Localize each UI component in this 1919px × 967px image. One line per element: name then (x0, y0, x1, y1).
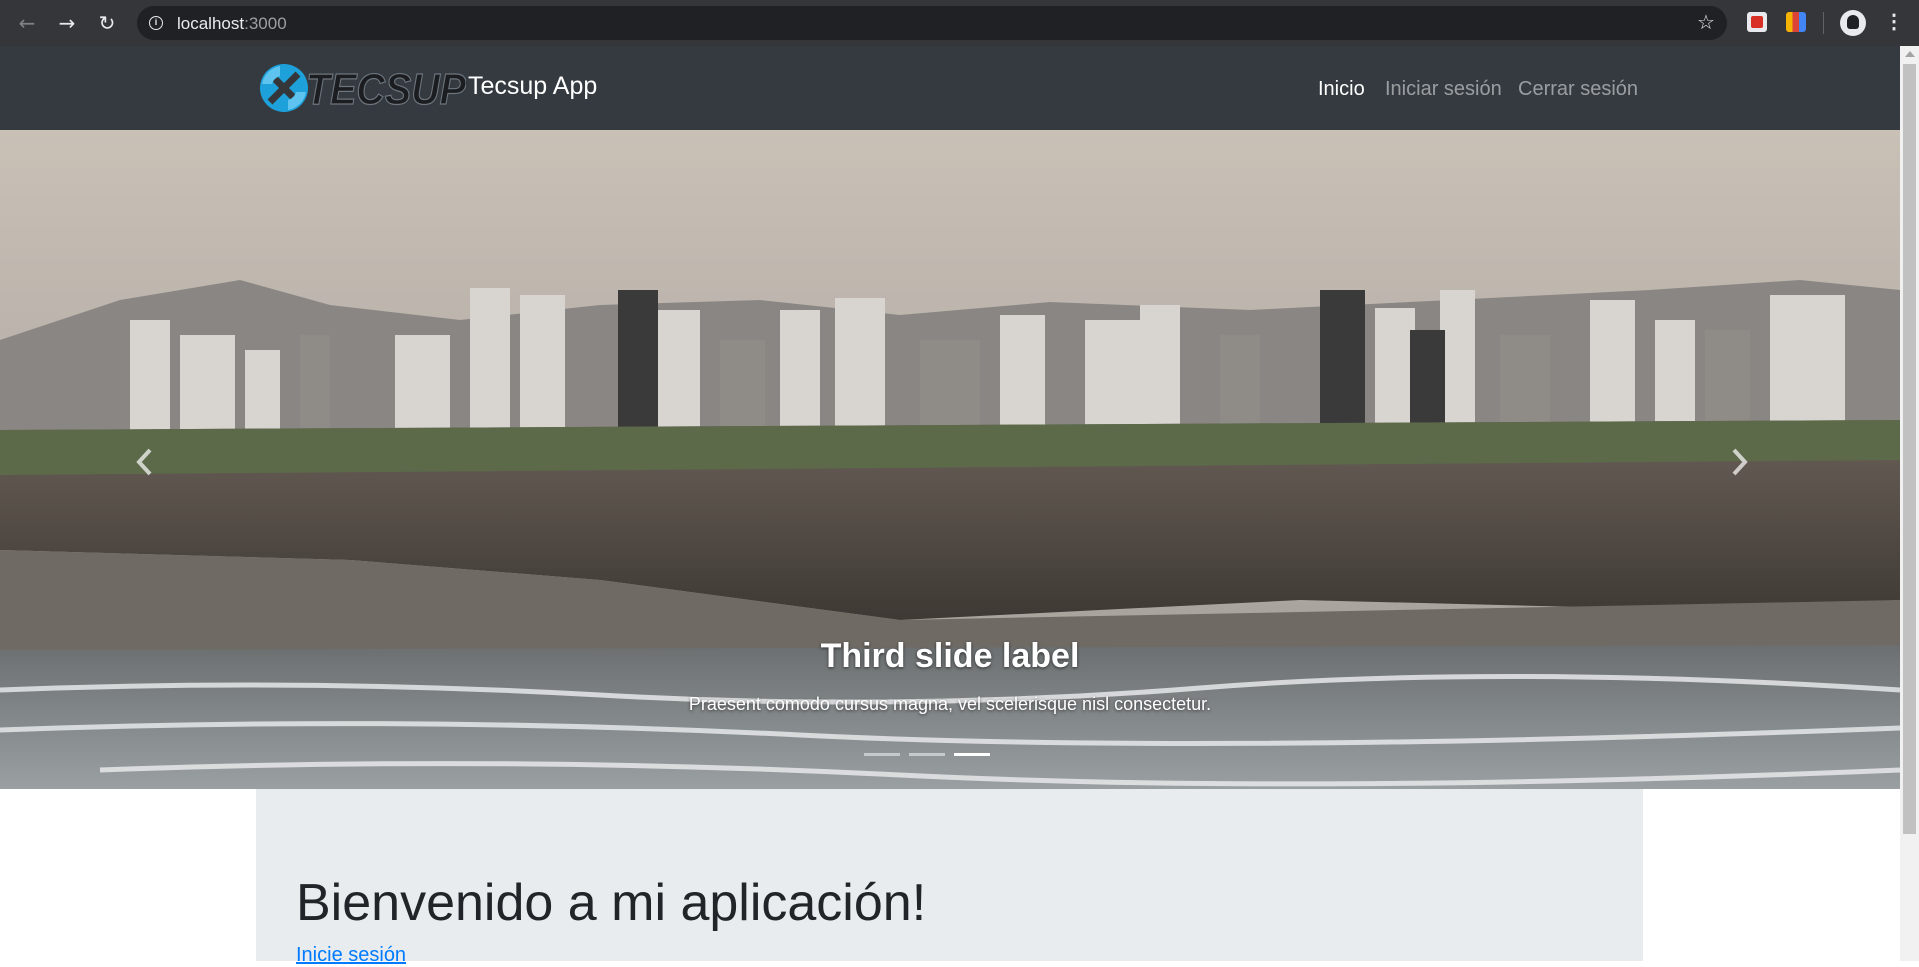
nav-link-inicio[interactable]: Inicio (1318, 78, 1365, 101)
toolbar-divider (1823, 12, 1824, 34)
site-info-icon[interactable]: i (149, 16, 163, 30)
forward-arrow-icon[interactable]: → (55, 11, 79, 35)
url-text[interactable]: localhost:3000 (177, 14, 287, 34)
svg-text:TECSUP: TECSUP (306, 65, 466, 114)
page-scrollbar[interactable] (1900, 46, 1919, 961)
address-bar[interactable]: i localhost:3000 (137, 6, 1727, 40)
carousel-caption-text: Praesent comodo cursus magna, vel sceler… (688, 694, 1212, 714)
extension-color-icon[interactable] (1786, 12, 1806, 32)
carousel: Third slide label Praesent comodo cursus… (0, 130, 1900, 789)
carousel-prev-icon[interactable] (130, 442, 160, 482)
carousel-indicators (864, 753, 994, 757)
url-host: localhost (177, 14, 245, 33)
nav-link-cerrar-sesion[interactable]: Cerrar sesión (1518, 78, 1638, 101)
carousel-slide-image (0, 130, 1900, 789)
site-navbar: TECSUP Tecsup App Inicio Iniciar sesión … (0, 46, 1900, 130)
nav-link-iniciar-sesion[interactable]: Iniciar sesión (1385, 78, 1502, 101)
bookmark-star-icon[interactable]: ☆ (1697, 10, 1715, 34)
tecsup-logo[interactable]: TECSUP (256, 60, 466, 116)
profile-avatar-icon[interactable] (1840, 10, 1866, 36)
welcome-heading: Bienvenido a mi aplicación! (296, 874, 927, 932)
back-arrow-icon[interactable]: ← (15, 11, 39, 35)
extension-icon[interactable] (1747, 12, 1767, 32)
carousel-indicator-1[interactable] (864, 753, 900, 756)
carousel-indicator-3[interactable] (954, 753, 990, 756)
scroll-up-icon[interactable] (1905, 51, 1915, 57)
scrollbar-thumb[interactable] (1903, 64, 1916, 834)
brand-name[interactable]: Tecsup App (468, 72, 597, 101)
carousel-next-icon[interactable] (1724, 442, 1754, 482)
reload-icon[interactable]: ↻ (95, 11, 119, 35)
browser-menu-icon[interactable]: ⋮ (1884, 10, 1904, 34)
carousel-indicator-2[interactable] (909, 753, 945, 756)
carousel-caption-title: Third slide label (820, 637, 1080, 675)
jumbotron: Bienvenido a mi aplicación! Inicie sesió… (256, 789, 1643, 966)
url-port: :3000 (244, 14, 287, 33)
login-link[interactable]: Inicie sesión (296, 944, 406, 967)
browser-toolbar: ← → ↻ i localhost:3000 ☆ ⋮ (0, 0, 1919, 46)
